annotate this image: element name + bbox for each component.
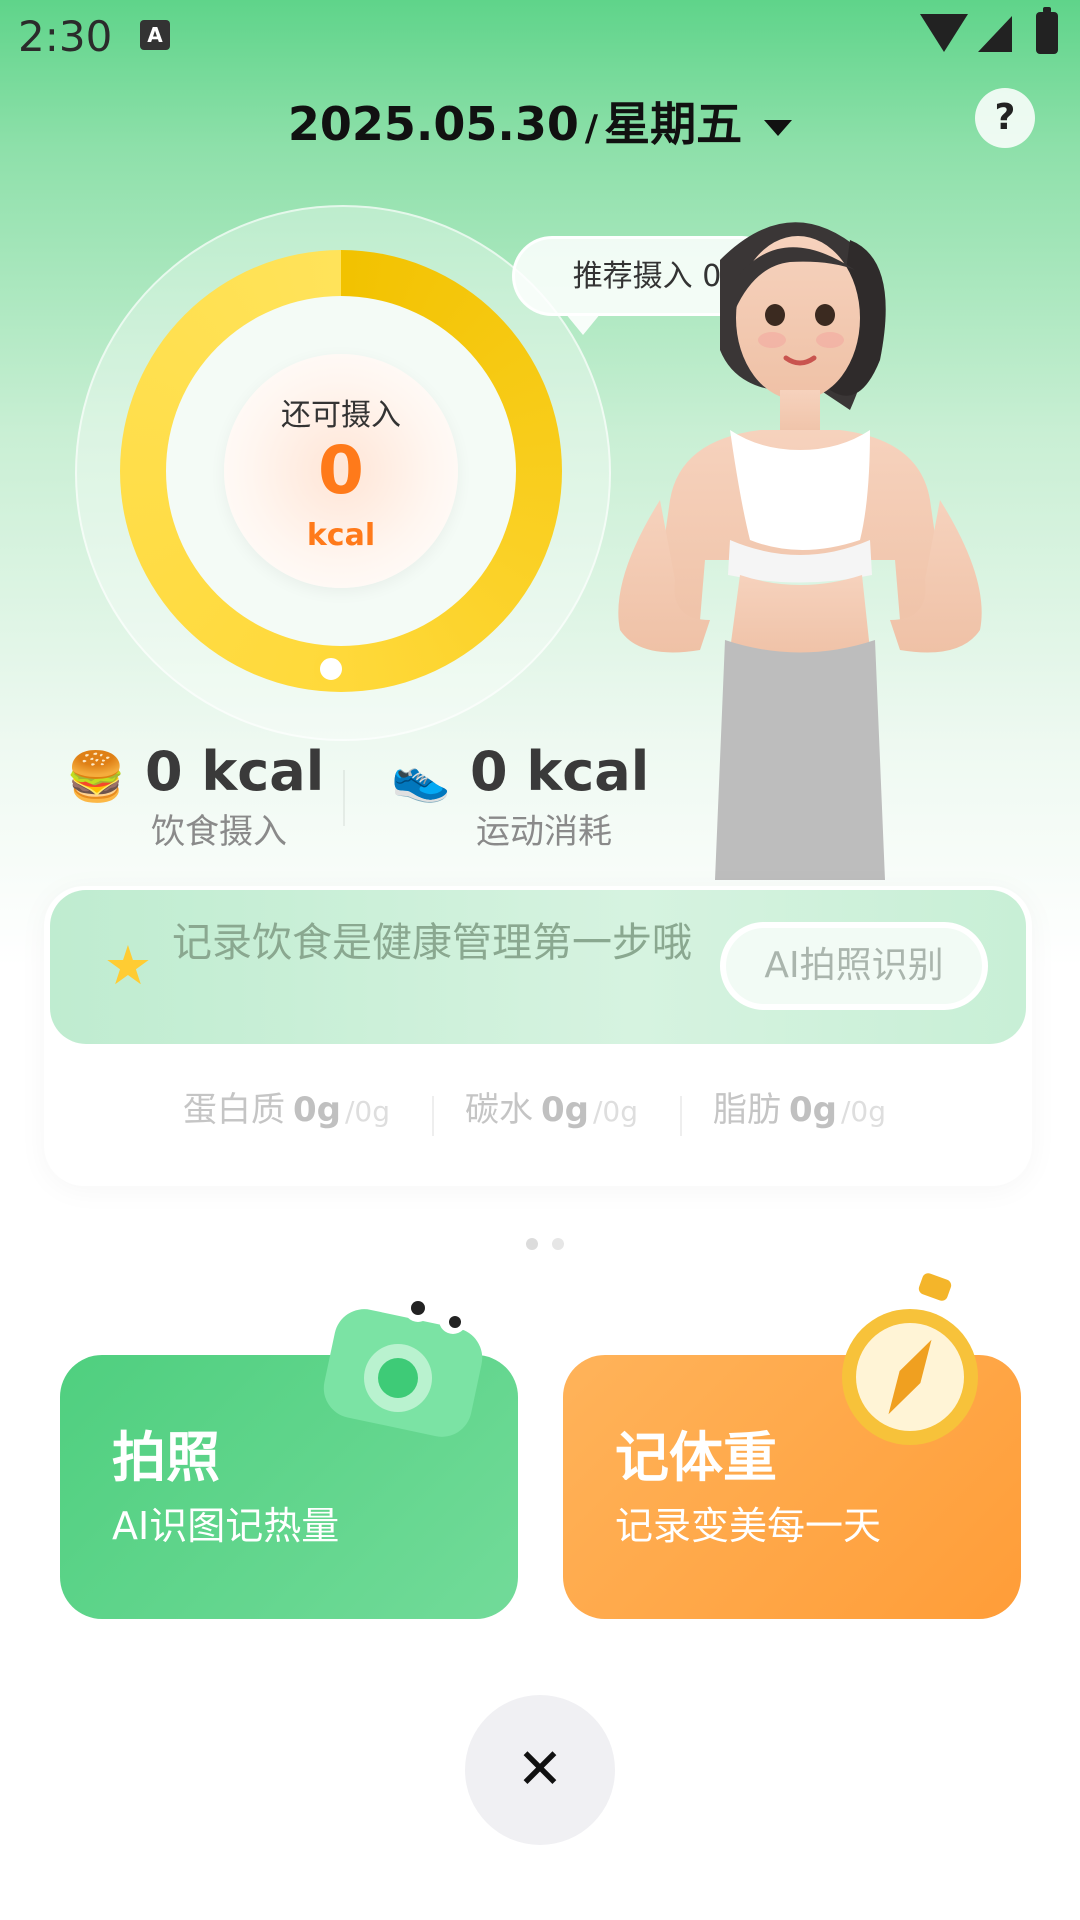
page-dot [552, 1238, 564, 1250]
weight-action-title: 记体重 [615, 1426, 777, 1489]
date-selector[interactable]: 2025.05.30/星期五 [0, 88, 1080, 154]
battery-icon [1036, 7, 1058, 54]
date-separator: / [584, 108, 599, 149]
macro-target: /0g [345, 1095, 391, 1128]
macro-name: 蛋白质 [183, 1090, 285, 1130]
tip-text: 记录饮食是健康管理第一步哦 [172, 920, 692, 966]
page-dot-active [526, 1238, 538, 1250]
status-time: 2:30 [18, 12, 113, 61]
remaining-unit: kcal [306, 518, 376, 553]
photo-action-subtitle: AI识图记热量 [112, 1504, 340, 1548]
ring-progress-dot [314, 652, 348, 686]
status-bar: 2:30 A [0, 0, 1080, 72]
food-intake-label: 饮食摄入 [151, 812, 287, 852]
shoe-icon: 👟 [391, 749, 451, 805]
wifi-icon [920, 14, 968, 52]
macro-name: 碳水 [465, 1090, 533, 1130]
ai-photo-recognize-button[interactable]: AI拍照识别 [720, 922, 988, 1010]
burger-icon: 🍔 [66, 749, 126, 805]
macro-carbs: 碳水 0g/0g [465, 1082, 638, 1142]
remaining-value: 0 [318, 432, 364, 509]
exercise-stat: 👟 0 kcal 运动消耗 [390, 740, 650, 852]
exercise-label: 运动消耗 [476, 812, 612, 852]
macro-protein: 蛋白质 0g/0g [183, 1082, 390, 1142]
weight-action-subtitle: 记录变美每一天 [615, 1504, 882, 1548]
stat-divider [343, 770, 345, 826]
macro-target: /0g [841, 1095, 887, 1128]
keyboard-indicator-icon: A [140, 20, 170, 50]
macro-divider [432, 1096, 434, 1136]
close-button[interactable]: ✕ [465, 1695, 615, 1845]
star-icon: ★ [103, 934, 153, 997]
woman-illustration [618, 222, 982, 880]
food-intake-stat: 🍔 0 kcal 饮食摄入 [65, 740, 325, 852]
help-button[interactable]: ? [975, 88, 1035, 148]
photo-action-title: 拍照 [112, 1426, 220, 1489]
macro-value: 0g [541, 1090, 589, 1130]
camera-icon [323, 1294, 483, 1437]
page-indicator [526, 1238, 586, 1252]
macro-fat: 脂肪 0g/0g [713, 1082, 886, 1142]
remaining-label: 还可摄入 [281, 398, 401, 433]
signal-icon [978, 16, 1012, 52]
macro-value: 0g [789, 1090, 837, 1130]
macro-value: 0g [293, 1090, 341, 1130]
macro-divider [680, 1096, 682, 1136]
macro-name: 脂肪 [713, 1090, 781, 1130]
exercise-value: 0 kcal [470, 740, 650, 803]
macro-target: /0g [593, 1095, 639, 1128]
caret-down-icon [764, 119, 793, 136]
stopwatch-icon [842, 1273, 978, 1445]
date-text: 2025.05.30 [287, 97, 579, 151]
food-intake-value: 0 kcal [145, 740, 325, 803]
weekday-text: 星期五 [604, 97, 743, 151]
